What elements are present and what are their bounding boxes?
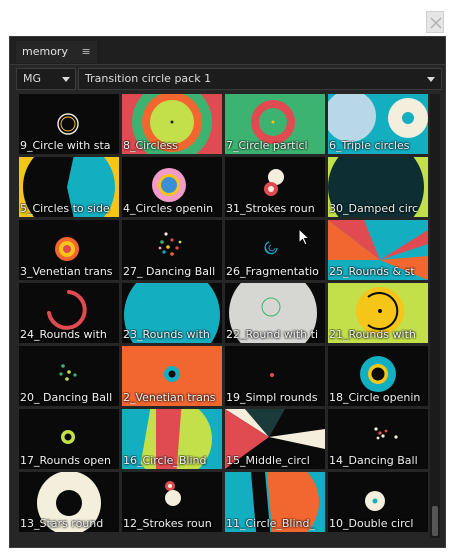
- selector-row: MG Transition circle pack 1: [10, 66, 445, 92]
- preset-tile[interactable]: 25_Rounds & st: [328, 220, 428, 280]
- tile-label: 18_Circle openin: [329, 392, 421, 404]
- tile-label: 2_Venetian trans: [123, 392, 216, 404]
- preset-tile[interactable]: 12_Strokes roun: [122, 472, 222, 532]
- memory-panel: memory ≡ MG Transition circle pack 1 9_C…: [9, 36, 446, 548]
- close-icon: [430, 17, 442, 29]
- category-select[interactable]: MG: [16, 68, 76, 90]
- preset-tile[interactable]: 31_Strokes roun: [225, 157, 325, 217]
- tile-label: 26_Fragmentatio: [226, 266, 319, 278]
- tile-label: 4_Circles openin: [123, 203, 214, 215]
- tile-label: 19_Simpl rounds: [226, 392, 318, 404]
- chevron-down-icon: [62, 77, 70, 82]
- preset-tile[interactable]: 24_Rounds with: [19, 283, 119, 343]
- preset-tile[interactable]: 5_Circles to side: [19, 157, 119, 217]
- tile-label: 27_ Dancing Ball: [123, 266, 216, 278]
- mouse-cursor-icon: [298, 228, 311, 246]
- tile-label: 13_Stars round: [20, 518, 104, 530]
- tab-memory[interactable]: memory ≡: [16, 41, 97, 63]
- tile-label: 20_ Dancing Ball: [20, 392, 113, 404]
- chevron-down-icon: [427, 77, 435, 82]
- tile-label: 23_Rounds with: [123, 329, 210, 341]
- pack-select[interactable]: Transition circle pack 1: [78, 68, 442, 90]
- vertical-scrollbar[interactable]: [430, 94, 440, 538]
- preset-tile[interactable]: 23_Rounds with: [122, 283, 222, 343]
- preset-tile[interactable]: 17_Rounds open: [19, 409, 119, 469]
- preset-tile[interactable]: 9_Circle with sta: [19, 94, 119, 154]
- tile-label: 11_Circle_Blind_: [226, 518, 315, 530]
- preset-tile[interactable]: 21_Rounds with: [328, 283, 428, 343]
- preset-tile[interactable]: 22_Round with ti: [225, 283, 325, 343]
- preset-tile[interactable]: 4_Circles openin: [122, 157, 222, 217]
- preset-tile[interactable]: 10_Double circl: [328, 472, 428, 532]
- tile-label: 21_Rounds with: [329, 329, 416, 341]
- close-button[interactable]: [426, 11, 444, 33]
- preset-tile[interactable]: 2_Venetian trans: [122, 346, 222, 406]
- tile-label: 12_Strokes roun: [123, 518, 212, 530]
- preset-tile[interactable]: 19_Simpl rounds: [225, 346, 325, 406]
- preset-tile[interactable]: 7_Circle particl: [225, 94, 325, 154]
- tab-label: memory: [22, 45, 68, 58]
- panel-tab-bar: memory ≡: [10, 37, 445, 65]
- preset-tile[interactable]: 18_Circle openin: [328, 346, 428, 406]
- preset-tile[interactable]: 8_Circless: [122, 94, 222, 154]
- preset-tile[interactable]: 13_Stars round: [19, 472, 119, 532]
- preset-tile[interactable]: 16_Circle_Blind: [122, 409, 222, 469]
- tile-label: 17_Rounds open: [20, 455, 111, 467]
- tile-label: 5_Circles to side: [20, 203, 110, 215]
- pack-value: Transition circle pack 1: [85, 72, 212, 85]
- hamburger-icon[interactable]: ≡: [81, 41, 90, 63]
- tile-label: 16_Circle_Blind: [123, 455, 207, 467]
- tile-label: 6_Triple circles: [329, 140, 410, 152]
- tile-label: 31_Strokes roun: [226, 203, 315, 215]
- preset-tile[interactable]: 14_Dancing Ball: [328, 409, 428, 469]
- preset-tile[interactable]: 3_Venetian trans: [19, 220, 119, 280]
- preset-tile[interactable]: 6_Triple circles: [328, 94, 428, 154]
- category-value: MG: [23, 72, 42, 85]
- tile-label: 15_Middle_circl: [226, 455, 310, 467]
- preset-tile[interactable]: 20_ Dancing Ball: [19, 346, 119, 406]
- tile-label: 7_Circle particl: [226, 140, 308, 152]
- scrollbar-thumb[interactable]: [432, 506, 438, 536]
- preset-tile[interactable]: 11_Circle_Blind_: [225, 472, 325, 532]
- tile-label: 25_Rounds & st: [329, 266, 415, 278]
- preset-tile[interactable]: 15_Middle_circl: [225, 409, 325, 469]
- window-top-bar: [0, 0, 456, 36]
- preset-tile[interactable]: 27_ Dancing Ball: [122, 220, 222, 280]
- tile-label: 3_Venetian trans: [20, 266, 113, 278]
- preset-grid: 9_Circle with sta 8_Circless 7_Circle pa…: [19, 94, 429, 538]
- preset-tile[interactable]: 30_Damped circ: [328, 157, 428, 217]
- tile-label: 10_Double circl: [329, 518, 414, 530]
- tile-label: 30_Damped circ: [329, 203, 419, 215]
- tile-label: 24_Rounds with: [20, 329, 107, 341]
- tile-label: 9_Circle with sta: [20, 140, 111, 152]
- tile-label: 14_Dancing Ball: [329, 455, 418, 467]
- tile-label: 8_Circless: [123, 140, 178, 152]
- tile-label: 22_Round with ti: [226, 329, 319, 341]
